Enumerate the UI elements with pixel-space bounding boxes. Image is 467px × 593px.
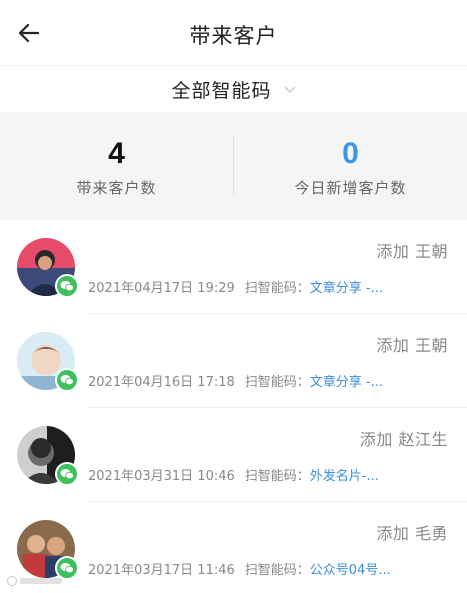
list-item[interactable]: 添加 王朝 2021年04月17日 19:29 扫智能码：文章分享 -... [0, 220, 467, 314]
stat-total-customers: 4 带来客户数 [0, 135, 233, 198]
customer-meta: 2021年04月16日 17:18 扫智能码：文章分享 -... [88, 371, 383, 390]
list-item-body: 添加 赵江生 2021年03月31日 10:46 扫智能码：外发名片-... [75, 408, 467, 502]
top-bar: 带来客户 [0, 0, 467, 66]
stat-value: 4 [108, 136, 125, 170]
page-title: 带来客户 [189, 24, 278, 48]
list-item[interactable]: 添加 王朝 2021年04月16日 17:18 扫智能码：文章分享 -... [0, 314, 467, 408]
customer-action: 添加 赵江生 [359, 430, 448, 449]
smart-code-link[interactable]: 文章分享 -... [310, 375, 383, 390]
customer-meta: 2021年03月31日 10:46 扫智能码：外发名片-... [88, 465, 379, 484]
smart-code-link[interactable]: 文章分享 -... [310, 281, 383, 296]
customer-time: 2021年03月31日 10:46 [88, 469, 235, 484]
customer-action: 添加 王朝 [376, 242, 448, 261]
watermark-logo [6, 575, 64, 587]
stat-label: 带来客户数 [76, 178, 157, 197]
customer-action: 添加 王朝 [376, 336, 448, 355]
code-filter-dropdown[interactable]: 全部智能码 [0, 66, 467, 112]
scan-label: 扫智能码： [244, 375, 310, 390]
stats-panel: 4 带来客户数 0 今日新增客户数 [0, 112, 467, 220]
smart-code-link[interactable]: 外发名片-... [310, 469, 379, 484]
avatar-wrap [17, 238, 79, 298]
list-item-body: 添加 毛勇 2021年03月17日 11:46 扫智能码：公众号04号... [75, 502, 467, 593]
code-filter-label: 全部智能码 [171, 79, 272, 102]
avatar-wrap [17, 520, 79, 580]
customer-list: 添加 王朝 2021年04月17日 19:29 扫智能码：文章分享 -... 添加… [0, 220, 467, 593]
customer-time: 2021年04月17日 19:29 [88, 281, 235, 296]
customer-time: 2021年03月17日 11:46 [88, 563, 235, 578]
smart-code-link[interactable]: 公众号04号... [310, 563, 391, 578]
scan-label: 扫智能码： [244, 563, 310, 578]
scan-label: 扫智能码： [244, 281, 310, 296]
list-item-body: 添加 王朝 2021年04月16日 17:18 扫智能码：文章分享 -... [75, 314, 467, 408]
customer-time: 2021年04月16日 17:18 [88, 375, 235, 390]
customer-meta: 2021年04月17日 19:29 扫智能码：文章分享 -... [88, 277, 383, 296]
list-item[interactable]: 添加 毛勇 2021年03月17日 11:46 扫智能码：公众号04号... [0, 502, 467, 593]
customer-action: 添加 毛勇 [376, 524, 448, 543]
list-item[interactable]: 添加 赵江生 2021年03月31日 10:46 扫智能码：外发名片-... [0, 408, 467, 502]
chevron-down-icon [283, 83, 296, 95]
stat-label: 今日新增客户数 [294, 178, 407, 197]
avatar-wrap [17, 426, 79, 486]
scan-label: 扫智能码： [244, 469, 310, 484]
list-item-body: 添加 王朝 2021年04月17日 19:29 扫智能码：文章分享 -... [75, 220, 467, 314]
stat-new-today: 0 今日新增客户数 [234, 135, 467, 198]
avatar-wrap [17, 332, 79, 392]
customer-meta: 2021年03月17日 11:46 扫智能码：公众号04号... [88, 559, 391, 578]
stat-value: 0 [342, 136, 359, 170]
